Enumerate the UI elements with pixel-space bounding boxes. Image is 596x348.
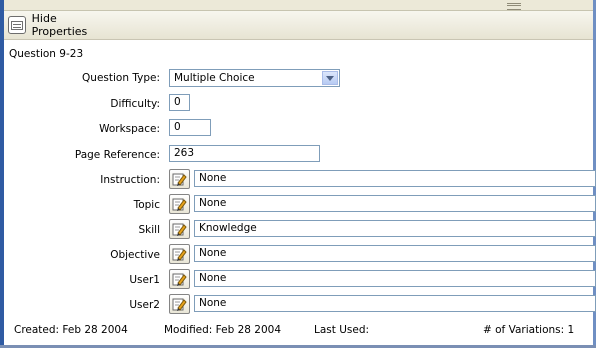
question-title: Question 9-23 [9, 48, 84, 60]
user1-edit-button[interactable] [169, 269, 190, 289]
created-date: Created: Feb 28 2004 [14, 324, 128, 336]
topic-field[interactable]: None [194, 195, 596, 212]
hide-properties-label: Hide Properties [31, 12, 88, 38]
hide-properties-button[interactable]: Hide Properties [8, 12, 114, 38]
topic-label: Topic [133, 199, 160, 211]
properties-icon [8, 16, 26, 34]
user2-edit-button[interactable] [169, 294, 190, 314]
edit-pencil-icon [172, 248, 187, 261]
instruction-edit-button[interactable] [169, 169, 190, 189]
topic-edit-button[interactable] [169, 194, 190, 214]
objective-edit-button[interactable] [169, 244, 190, 264]
splitter-grip[interactable] [507, 3, 521, 10]
panel-left-border [0, 0, 4, 348]
instruction-label: Instruction: [100, 174, 160, 186]
properties-panel: Hide Properties Question 9-23 Question T… [0, 0, 596, 348]
objective-label: Objective [110, 249, 160, 261]
page-reference-label: Page Reference: [74, 149, 160, 161]
workspace-label: Workspace: [99, 123, 160, 135]
question-type-value: Multiple Choice [174, 72, 255, 84]
edit-pencil-icon [172, 223, 187, 236]
last-used: Last Used: [314, 324, 370, 336]
user1-label: User1 [129, 274, 160, 286]
skill-edit-button[interactable] [169, 219, 190, 239]
question-type-select[interactable]: Multiple Choice [169, 69, 340, 87]
skill-label: Skill [138, 224, 161, 236]
modified-date: Modified: Feb 28 2004 [164, 324, 282, 336]
edit-pencil-icon [172, 298, 187, 311]
chevron-down-icon[interactable] [322, 71, 338, 85]
panel-top-strip [4, 0, 593, 11]
toolbar: Hide Properties [4, 11, 593, 40]
user1-field[interactable]: None [194, 270, 596, 287]
page-reference-input[interactable]: 263 [169, 145, 320, 162]
question-type-label: Question Type: [82, 72, 160, 84]
instruction-field[interactable]: None [194, 170, 596, 187]
workspace-input[interactable]: 0 [169, 119, 211, 136]
skill-field[interactable]: Knowledge [194, 220, 596, 237]
user2-label: User2 [129, 299, 160, 311]
difficulty-label: Difficulty: [110, 98, 160, 110]
variations-count: # of Variations: 1 [483, 324, 575, 336]
difficulty-input[interactable]: 0 [169, 94, 190, 111]
edit-pencil-icon [172, 273, 187, 286]
edit-pencil-icon [172, 198, 187, 211]
objective-field[interactable]: None [194, 245, 596, 262]
edit-pencil-icon [172, 173, 187, 186]
user2-field[interactable]: None [194, 295, 596, 312]
